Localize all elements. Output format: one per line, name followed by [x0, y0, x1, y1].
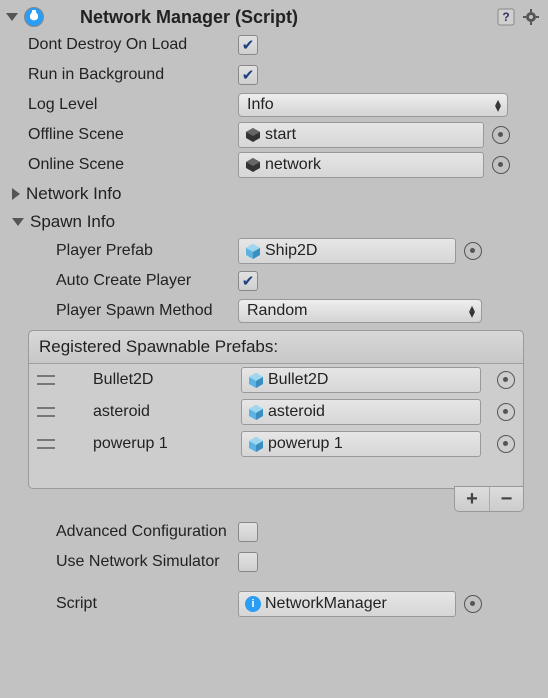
checkbox-advanced-config[interactable]: ✔: [238, 522, 258, 542]
prefab-cube-icon: [248, 436, 264, 452]
foldout-arrow-icon: [12, 218, 24, 226]
row-spawn-method: Player Spawn Method Random ▴▾: [6, 296, 542, 326]
row-dont-destroy: Dont Destroy On Load ✔: [6, 30, 542, 60]
object-picker-icon[interactable]: [497, 403, 515, 421]
dropdown-value: Info: [247, 96, 274, 114]
gear-icon[interactable]: [522, 7, 542, 27]
checkbox-run-bg[interactable]: ✔: [238, 65, 258, 85]
label-advanced-config: Advanced Configuration: [56, 523, 238, 541]
dropdown-value: Random: [247, 302, 307, 320]
list-footer: + −: [29, 460, 523, 488]
section-spawn-info[interactable]: Spawn Info: [6, 208, 542, 236]
prefab-cube-icon: [248, 372, 264, 388]
object-picker-icon[interactable]: [492, 126, 510, 144]
chevron-updown-icon: ▴▾: [495, 99, 501, 111]
component-header: Network Manager (Script) ?: [6, 4, 542, 30]
label-run-bg: Run in Background: [28, 66, 238, 84]
spawnable-list: Registered Spawnable Prefabs: Bullet2D B…: [28, 330, 524, 489]
script-icon: i: [245, 596, 261, 612]
objectfield-value: Bullet2D: [268, 371, 328, 389]
row-run-bg: Run in Background ✔: [6, 60, 542, 90]
component-foldout-arrow-icon[interactable]: [6, 13, 18, 21]
objectfield-value: powerup 1: [268, 435, 343, 453]
unity-scene-icon: [245, 157, 261, 173]
objectfield-script[interactable]: i NetworkManager: [238, 591, 456, 617]
list-item-name: Bullet2D: [63, 371, 233, 389]
row-player-prefab: Player Prefab Ship2D: [6, 236, 542, 266]
unity-scene-icon: [245, 127, 261, 143]
row-network-simulator: Use Network Simulator ✔: [6, 547, 542, 577]
objectfield-offline-scene[interactable]: start: [238, 122, 484, 148]
objectfield-list-item[interactable]: powerup 1: [241, 431, 481, 457]
objectfield-player-prefab[interactable]: Ship2D: [238, 238, 456, 264]
row-online-scene: Online Scene network: [6, 150, 542, 180]
row-auto-create: Auto Create Player ✔: [6, 266, 542, 296]
prefab-cube-icon: [245, 243, 261, 259]
spawnable-list-header: Registered Spawnable Prefabs:: [29, 331, 523, 364]
drag-handle-icon[interactable]: [37, 439, 55, 449]
checkbox-network-simulator[interactable]: ✔: [238, 552, 258, 572]
objectfield-value: start: [265, 126, 296, 144]
chevron-updown-icon: ▴▾: [469, 305, 475, 317]
label-auto-create: Auto Create Player: [56, 272, 238, 290]
label-online-scene: Online Scene: [28, 156, 238, 174]
component-title: Network Manager (Script): [54, 7, 492, 28]
label-spawn-method: Player Spawn Method: [56, 302, 238, 320]
list-item-name: asteroid: [63, 403, 233, 421]
objectfield-value: network: [265, 156, 321, 174]
section-title-network-info: Network Info: [26, 184, 121, 204]
drag-handle-icon[interactable]: [37, 407, 55, 417]
dropdown-log-level[interactable]: Info ▴▾: [238, 93, 508, 117]
object-picker-icon[interactable]: [497, 435, 515, 453]
label-dont-destroy: Dont Destroy On Load: [28, 36, 238, 54]
objectfield-list-item[interactable]: Bullet2D: [241, 367, 481, 393]
list-item-name: powerup 1: [63, 435, 233, 453]
objectfield-online-scene[interactable]: network: [238, 152, 484, 178]
row-script: Script i NetworkManager: [6, 589, 542, 619]
list-item: Bullet2D Bullet2D: [29, 364, 523, 396]
label-player-prefab: Player Prefab: [56, 242, 238, 260]
list-item: powerup 1 powerup 1: [29, 428, 523, 460]
row-advanced-config: Advanced Configuration ✔: [6, 517, 542, 547]
drag-handle-icon[interactable]: [37, 375, 55, 385]
list-item: asteroid asteroid: [29, 396, 523, 428]
objectfield-value: asteroid: [268, 403, 325, 421]
object-picker-icon[interactable]: [464, 242, 482, 260]
dropdown-spawn-method[interactable]: Random ▴▾: [238, 299, 482, 323]
objectfield-list-item[interactable]: asteroid: [241, 399, 481, 425]
object-picker-icon[interactable]: [497, 371, 515, 389]
object-picker-icon[interactable]: [492, 156, 510, 174]
svg-text:?: ?: [502, 10, 509, 24]
object-picker-icon[interactable]: [464, 595, 482, 613]
label-network-simulator: Use Network Simulator: [56, 553, 238, 571]
component-icon: [24, 7, 44, 27]
label-log-level: Log Level: [28, 96, 238, 114]
section-title-spawn-info: Spawn Info: [30, 212, 115, 232]
objectfield-value: NetworkManager: [265, 595, 387, 613]
objectfield-value: Ship2D: [265, 242, 317, 260]
checkbox-dont-destroy[interactable]: ✔: [238, 35, 258, 55]
help-icon[interactable]: ?: [496, 7, 516, 27]
checkbox-auto-create[interactable]: ✔: [238, 271, 258, 291]
section-network-info[interactable]: Network Info: [6, 180, 542, 208]
foldout-arrow-icon: [12, 188, 20, 200]
label-script: Script: [56, 595, 238, 613]
row-offline-scene: Offline Scene start: [6, 120, 542, 150]
row-log-level: Log Level Info ▴▾: [6, 90, 542, 120]
add-button[interactable]: +: [455, 487, 489, 511]
label-offline-scene: Offline Scene: [28, 126, 238, 144]
prefab-cube-icon: [248, 404, 264, 420]
inspector-panel: Network Manager (Script) ? Dont Destroy …: [0, 0, 548, 625]
remove-button[interactable]: −: [489, 487, 523, 511]
